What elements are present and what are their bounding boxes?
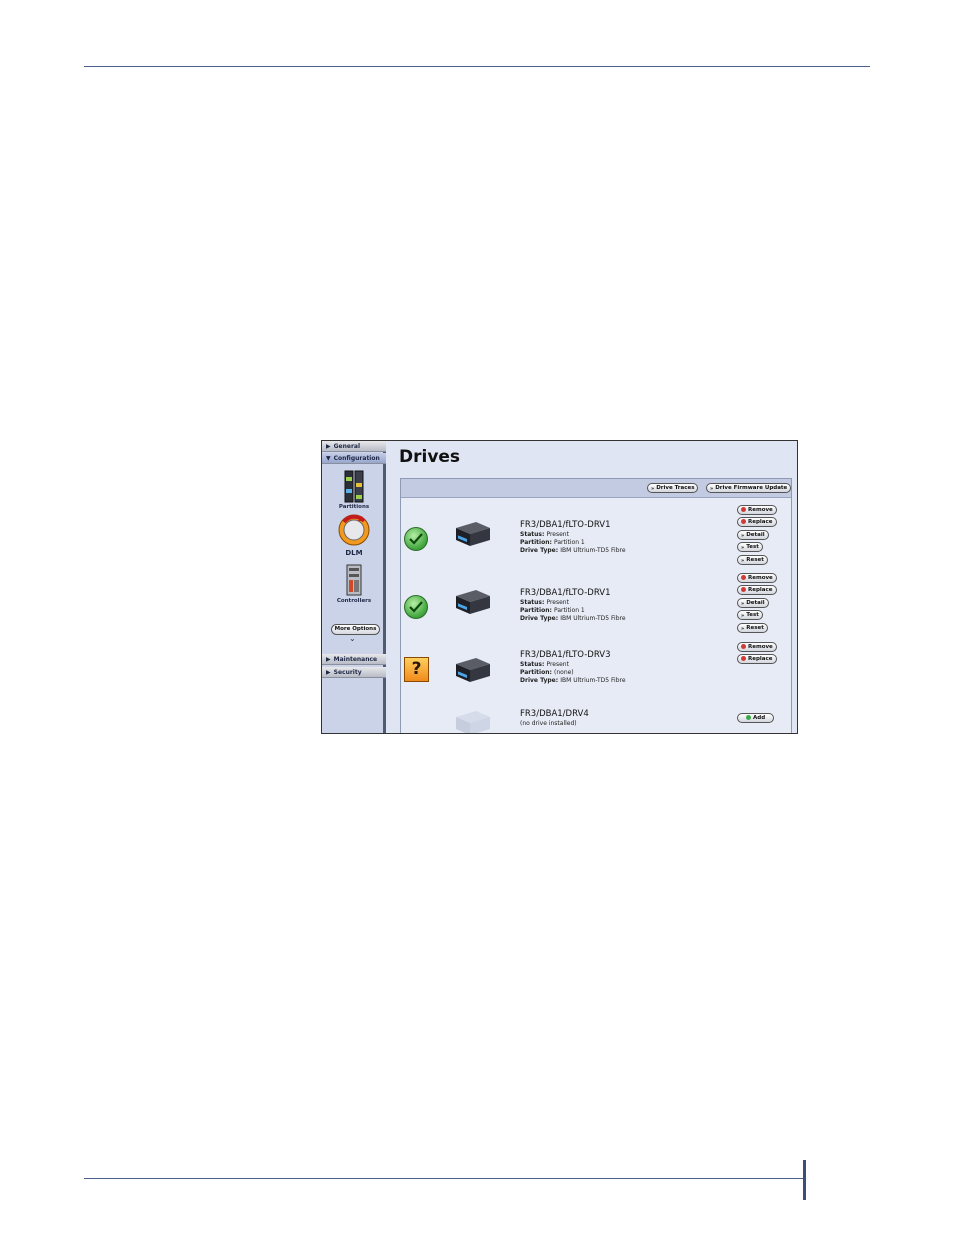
- sidebar-section-label: Configuration: [333, 455, 380, 462]
- sidebar-section-general[interactable]: ▶ General: [322, 441, 386, 452]
- drive-status: Status: Present: [520, 531, 569, 538]
- remove-button[interactable]: Remove: [737, 505, 777, 515]
- drive-name: FR3/DBA1/fLTO-DRV3: [520, 650, 611, 660]
- replace-icon: [741, 655, 746, 661]
- drive-status: Status: Present: [520, 599, 569, 606]
- page-title: Drives: [399, 447, 461, 467]
- sidebar-section-configuration[interactable]: ▼ Configuration: [322, 453, 386, 464]
- drives-screenshot: ▶ General ▼ Configuration Partitions DLM…: [321, 440, 798, 734]
- tape-drive-icon: [456, 658, 490, 682]
- replace-icon: [741, 518, 746, 524]
- check-icon: [404, 527, 428, 551]
- detail-button[interactable]: » Detail: [737, 598, 769, 608]
- empty-drive-slot-icon: [456, 711, 490, 733]
- drives-panel: » Drive Traces » Drive Firmware Update FR3…: [400, 478, 792, 733]
- question-icon: ?: [404, 657, 429, 682]
- double-chevron-icon: »: [741, 612, 745, 619]
- sidebar-item-label: DLM: [345, 549, 363, 557]
- sidebar-item-controllers[interactable]: [322, 563, 386, 601]
- remove-button[interactable]: Remove: [737, 573, 777, 583]
- remove-icon: [741, 506, 746, 512]
- drive-name: FR3/DBA1/fLTO-DRV1: [520, 588, 611, 598]
- check-icon: [404, 595, 428, 619]
- add-icon: [746, 714, 751, 720]
- drive-type: Drive Type: IBM Ultrium-TD5 Fibre: [520, 547, 626, 554]
- detail-button[interactable]: » Detail: [737, 530, 769, 540]
- remove-icon: [741, 643, 746, 649]
- sidebar-item-label: Partitions: [338, 504, 370, 510]
- test-button[interactable]: » Test: [737, 610, 763, 620]
- remove-icon: [741, 574, 746, 580]
- add-button[interactable]: Add: [737, 713, 775, 723]
- page-footer-rule: [84, 1178, 806, 1179]
- tape-drive-icon: [456, 522, 490, 546]
- page-header-rule: [84, 66, 870, 67]
- remove-button[interactable]: Remove: [737, 642, 777, 652]
- page-footer-marker: [803, 1160, 806, 1200]
- sidebar-item-label: Controllers: [336, 598, 372, 604]
- dlm-icon: [338, 514, 370, 546]
- drive-partition: Partition: Partition 1: [520, 539, 585, 546]
- sidebar-section-label: Maintenance: [333, 656, 378, 663]
- sidebar-item-dlm[interactable]: [322, 513, 386, 551]
- partitions-icon: [344, 470, 364, 503]
- drive-note: (no drive installed): [520, 720, 577, 727]
- drive-type: Drive Type: IBM Ultrium-TD5 Fibre: [520, 615, 626, 622]
- test-button[interactable]: » Test: [737, 542, 763, 552]
- drive-firmware-update-button[interactable]: » Drive Firmware Update: [706, 483, 792, 493]
- sidebar-item-partitions[interactable]: [322, 469, 386, 508]
- drive-partition: Partition: (none): [520, 669, 574, 676]
- drive-status: Status: Present: [520, 661, 569, 668]
- reset-button[interactable]: » Reset: [737, 623, 768, 633]
- sidebar-section-security[interactable]: ▶ Security: [322, 667, 386, 678]
- double-chevron-icon: »: [741, 625, 745, 632]
- replace-icon: [741, 586, 746, 592]
- triangle-right-icon: ▶: [326, 443, 331, 450]
- double-chevron-icon: »: [741, 557, 745, 564]
- sidebar-section-label: General: [333, 443, 361, 450]
- replace-button[interactable]: Replace: [737, 585, 777, 595]
- sidebar-section-maintenance[interactable]: ▶ Maintenance: [322, 654, 386, 665]
- tape-drive-icon: [456, 590, 490, 614]
- triangle-right-icon: ▶: [326, 669, 331, 676]
- sidebar: ▶ General ▼ Configuration Partitions DLM…: [322, 441, 386, 733]
- replace-button[interactable]: Replace: [737, 517, 777, 527]
- double-chevron-icon: »: [741, 544, 745, 551]
- controllers-icon: [346, 564, 362, 596]
- triangle-right-icon: ▶: [326, 656, 331, 663]
- double-chevron-icon: »: [741, 600, 745, 607]
- chevron-down-icon[interactable]: ⌄: [349, 634, 356, 643]
- double-chevron-icon: »: [651, 485, 655, 492]
- sidebar-section-label: Security: [333, 669, 362, 676]
- drive-name: FR3/DBA1/DRV4: [520, 709, 589, 719]
- drive-traces-button[interactable]: » Drive Traces: [647, 483, 699, 493]
- drive-name: FR3/DBA1/fLTO-DRV1: [520, 520, 611, 530]
- drive-partition: Partition: Partition 1: [520, 607, 585, 614]
- replace-button[interactable]: Replace: [737, 654, 777, 664]
- double-chevron-icon: »: [741, 532, 745, 539]
- drive-type: Drive Type: IBM Ultrium-TD5 Fibre: [520, 677, 626, 684]
- panel-toolbar: » Drive Traces » Drive Firmware Update: [401, 479, 792, 498]
- triangle-down-icon: ▼: [326, 455, 331, 462]
- double-chevron-icon: »: [710, 485, 714, 492]
- main-content: Drives » Drive Traces » Drive Firmware Upd…: [386, 441, 797, 733]
- reset-button[interactable]: » Reset: [737, 555, 768, 565]
